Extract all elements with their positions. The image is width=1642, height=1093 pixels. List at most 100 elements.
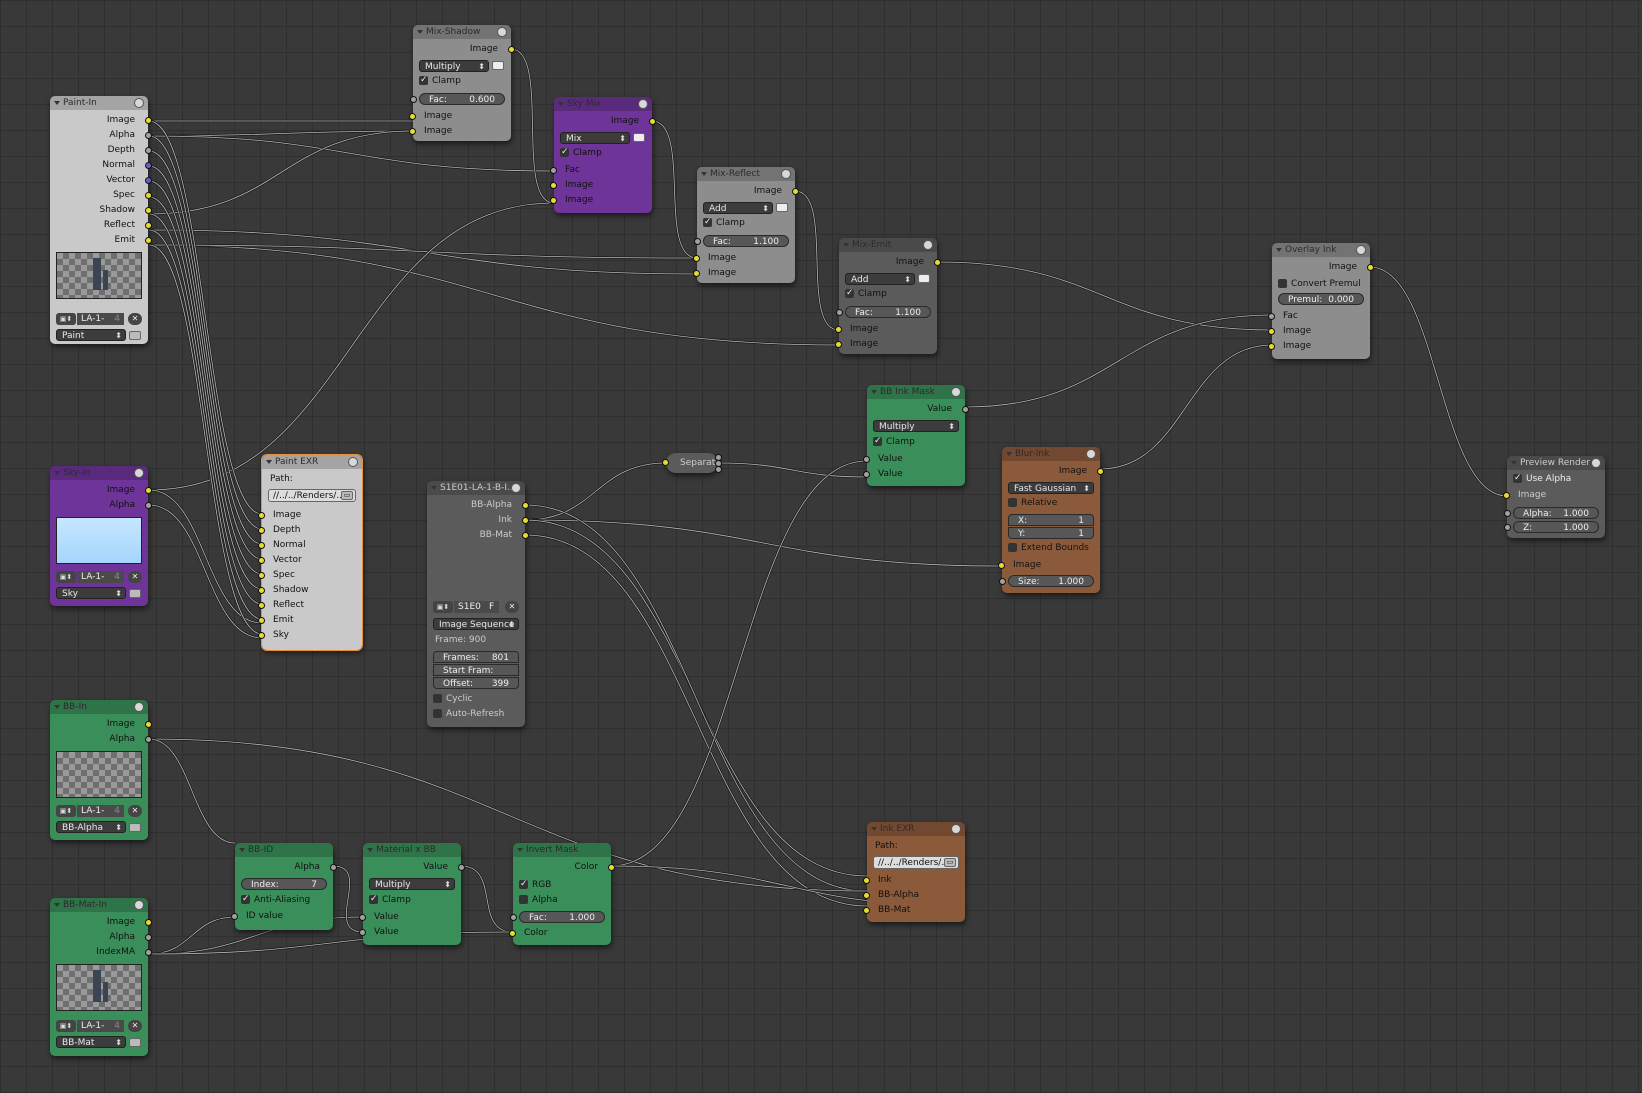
size-field[interactable]: Size: 1.000 [999, 575, 1094, 587]
output-socket[interactable] [145, 222, 152, 229]
output-socket[interactable] [145, 919, 152, 926]
use-alpha-icon[interactable] [918, 274, 930, 283]
input-socket[interactable] [258, 542, 265, 549]
input-socket[interactable] [1268, 343, 1275, 350]
input-socket[interactable] [409, 113, 416, 120]
clamp-checkbox[interactable]: Clamp [845, 287, 887, 300]
node-header[interactable]: Paint-In [50, 96, 148, 110]
input-socket[interactable] [258, 617, 265, 624]
output-socket[interactable] [1097, 468, 1104, 475]
output-socket[interactable] [145, 736, 152, 743]
fac-field[interactable]: Fac: 1.100 [836, 306, 931, 318]
node-header[interactable]: Mix-Shadow [413, 25, 511, 39]
unlink-icon[interactable]: ✕ [505, 601, 519, 613]
input-socket[interactable] [550, 182, 557, 189]
blend-mode-select[interactable]: Add [703, 202, 773, 215]
node-header[interactable]: Preview Render [1507, 456, 1605, 470]
node-header[interactable]: Mix-Reflect [697, 167, 795, 181]
cyclic-checkbox[interactable]: Cyclic [433, 693, 473, 705]
use-alpha-icon[interactable] [776, 203, 788, 212]
output-socket[interactable] [522, 517, 529, 524]
input-socket[interactable] [694, 238, 701, 245]
node-header[interactable]: BB-In [50, 700, 148, 714]
input-socket[interactable] [258, 557, 265, 564]
input-socket[interactable] [693, 270, 700, 277]
use-alpha-icon[interactable] [492, 61, 504, 70]
clamp-checkbox[interactable]: Clamp [873, 435, 915, 448]
input-socket[interactable] [231, 913, 238, 920]
fac-field[interactable]: Fac: 1.000 [510, 911, 605, 923]
input-socket[interactable] [258, 512, 265, 519]
input-socket[interactable] [835, 341, 842, 348]
input-socket[interactable] [258, 587, 265, 594]
preview-toggle-icon[interactable] [134, 900, 144, 910]
unlink-icon[interactable]: ✕ [128, 571, 142, 583]
blend-mode-select[interactable]: Multiply [419, 60, 489, 73]
input-socket[interactable] [863, 877, 870, 884]
unlink-icon[interactable]: ✕ [128, 805, 142, 817]
premul-field[interactable]: Premul: 0.000 [1278, 293, 1364, 305]
node-separate[interactable]: Separat [662, 453, 722, 473]
output-socket[interactable] [145, 162, 152, 169]
preview-toggle-icon[interactable] [348, 457, 358, 467]
node-bb-ink-mask[interactable]: BB Ink Mask Value Multiply Clamp Value V… [863, 385, 969, 486]
node-overlay-ink[interactable]: Overlay Ink Image Convert Premul Premul:… [1268, 243, 1374, 359]
offset-field[interactable]: Offset: 399 [433, 677, 519, 689]
node-header[interactable]: Sky-In [50, 466, 148, 480]
input-socket[interactable] [258, 602, 265, 609]
input-socket[interactable] [1503, 492, 1510, 499]
input-socket[interactable] [258, 527, 265, 534]
input-socket[interactable] [662, 459, 669, 466]
source-select[interactable]: Image Sequence [433, 618, 519, 631]
preview-toggle-icon[interactable] [134, 702, 144, 712]
node-paint-exr[interactable]: Paint EXR Path: //../../Renders/... ▭ Ima… [258, 454, 363, 651]
node-invert-mask[interactable]: Invert Mask Color RGB Alpha Fac:1.000 Co… [509, 843, 615, 945]
input-socket[interactable] [509, 930, 516, 937]
preview-toggle-icon[interactable] [497, 27, 507, 37]
node-header[interactable]: Material x BB [363, 843, 461, 857]
rgb-checkbox[interactable]: RGB [519, 878, 551, 891]
index-field[interactable]: Index: 7 [241, 878, 327, 890]
blend-mode-select[interactable]: Add [845, 273, 915, 286]
input-socket[interactable] [835, 326, 842, 333]
output-socket[interactable] [145, 487, 152, 494]
input-socket[interactable] [1504, 524, 1511, 531]
folder-icon[interactable]: ▭ [944, 858, 956, 867]
output-socket[interactable] [145, 721, 152, 728]
frames-field[interactable]: Frames: 801 [433, 651, 519, 663]
input-socket[interactable] [1504, 510, 1511, 517]
path-field[interactable]: //../../Renders/... ▭ [873, 856, 959, 869]
input-socket[interactable] [410, 96, 417, 103]
image-selector[interactable]: ▣⬍ LA-1- 4 ✕ [56, 805, 142, 817]
preview-toggle-icon[interactable] [923, 240, 933, 250]
node-bb-in[interactable]: BB-In Image Alpha ▣⬍ LA-1- 4 ✕ BB-Alpha [50, 700, 152, 840]
preview-toggle-icon[interactable] [1591, 458, 1601, 468]
node-preview-render[interactable]: Preview Render Use Alpha Image Alpha:1.0… [1503, 456, 1605, 538]
node-header[interactable]: BB-Mat-In [50, 898, 148, 912]
use-alpha-checkbox[interactable]: Use Alpha [1513, 472, 1571, 485]
clamp-checkbox[interactable]: Clamp [560, 146, 602, 159]
output-socket[interactable] [522, 532, 529, 539]
node-header[interactable]: Sky Mix [554, 97, 652, 111]
output-socket[interactable] [145, 117, 152, 124]
clamp-checkbox[interactable]: Clamp [703, 216, 745, 229]
layer-select[interactable]: Sky [56, 587, 126, 600]
node-header[interactable]: BB-ID [235, 843, 333, 857]
output-socket[interactable] [145, 934, 152, 941]
output-socket[interactable] [508, 46, 515, 53]
unlink-icon[interactable]: ✕ [128, 313, 142, 325]
input-socket[interactable] [693, 255, 700, 262]
input-socket[interactable] [998, 562, 1005, 569]
image-browse-icon[interactable]: ▣⬍ [56, 805, 76, 817]
clamp-checkbox[interactable]: Clamp [369, 893, 411, 906]
relative-checkbox[interactable]: Relative [1008, 497, 1057, 509]
image-browse-icon[interactable]: ▣⬍ [56, 313, 76, 325]
fake-user-toggle[interactable]: F [487, 601, 499, 613]
image-name[interactable]: S1E0 [454, 601, 489, 613]
output-socket[interactable] [145, 147, 152, 154]
preview-toggle-icon[interactable] [951, 387, 961, 397]
node-s1e01-image[interactable]: S1E01-LA-1-B-I... BB-Alpha Ink BB-Mat ▣⬍… [427, 481, 529, 727]
image-selector[interactable]: ▣⬍ S1E0 F ✕ [433, 601, 519, 613]
input-socket[interactable] [409, 128, 416, 135]
preview-toggle-icon[interactable] [951, 824, 961, 834]
